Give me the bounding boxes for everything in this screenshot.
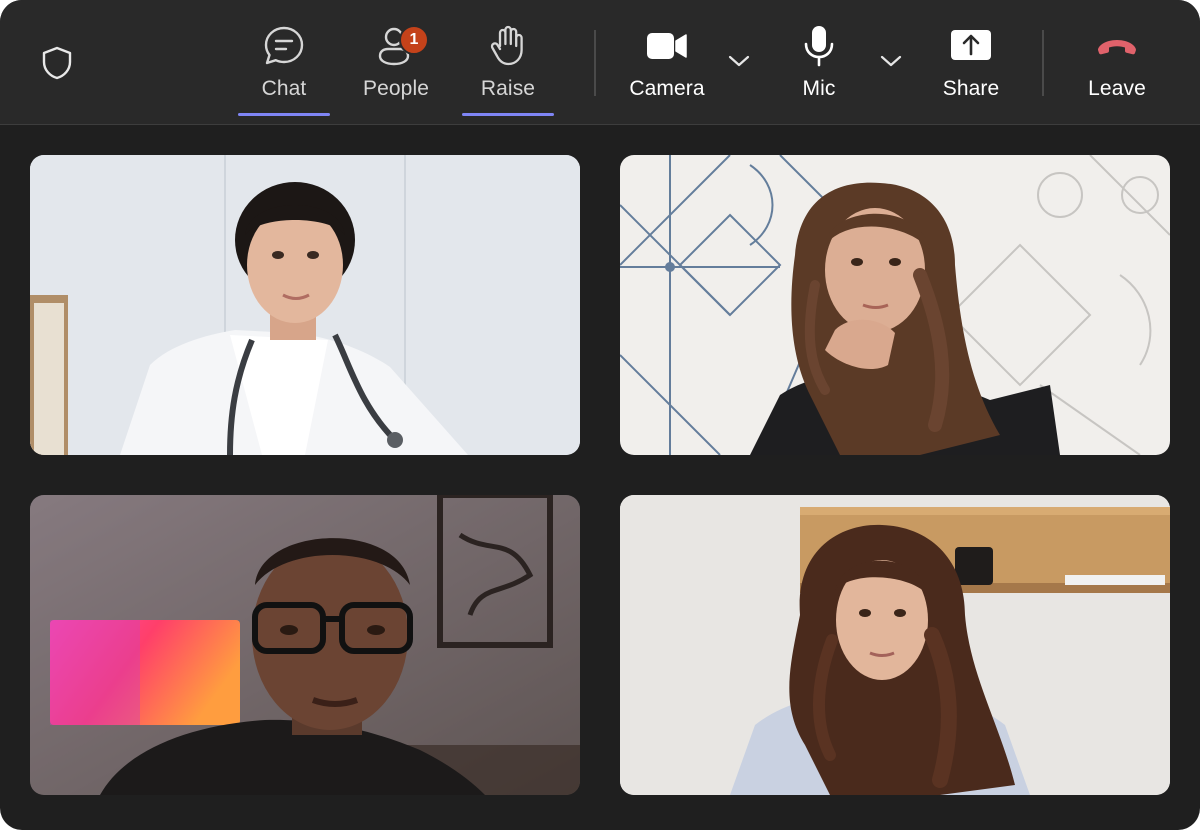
meeting-toolbar: Chat 1 People Raise Camera Mic Share Lea…	[0, 0, 1200, 125]
chat-active-indicator	[238, 113, 330, 116]
toolbar-divider	[594, 30, 596, 96]
mic-icon	[804, 26, 834, 67]
video-feed	[620, 155, 1170, 455]
shield-icon[interactable]	[41, 46, 73, 80]
phone-hangup-icon	[1098, 40, 1136, 55]
camera-button[interactable]: Camera	[624, 22, 710, 120]
chat-button[interactable]: Chat	[238, 22, 330, 120]
people-button[interactable]: 1 People	[352, 22, 440, 120]
toolbar-divider	[1042, 30, 1044, 96]
mic-options-chevron-down-icon[interactable]	[880, 54, 902, 68]
mic-button[interactable]: Mic	[790, 22, 848, 120]
camera-options-chevron-down-icon[interactable]	[728, 54, 750, 68]
raise-active-indicator	[462, 113, 554, 116]
participant-video-tile[interactable]	[620, 155, 1170, 455]
camera-label: Camera	[629, 77, 705, 100]
share-screen-icon	[951, 30, 991, 60]
share-button[interactable]: Share	[936, 22, 1006, 120]
hand-icon	[490, 25, 523, 66]
video-feed	[30, 155, 580, 455]
leave-label: Leave	[1088, 77, 1146, 100]
video-feed	[30, 495, 580, 795]
people-label: People	[363, 77, 429, 100]
mic-label: Mic	[802, 77, 836, 100]
share-label: Share	[942, 77, 1000, 100]
video-feed	[620, 495, 1170, 795]
raise-hand-button[interactable]: Raise	[462, 22, 554, 120]
people-count-badge: 1	[399, 25, 429, 55]
raise-label: Raise	[480, 77, 536, 100]
participant-video-tile[interactable]	[620, 495, 1170, 795]
leave-button[interactable]: Leave	[1082, 22, 1152, 120]
participant-video-tile[interactable]	[30, 155, 580, 455]
chat-icon	[264, 26, 304, 65]
chat-label: Chat	[261, 77, 307, 100]
camera-icon	[647, 33, 687, 59]
meeting-window: Chat 1 People Raise Camera Mic Share Lea…	[0, 0, 1200, 830]
participant-video-tile[interactable]	[30, 495, 580, 795]
